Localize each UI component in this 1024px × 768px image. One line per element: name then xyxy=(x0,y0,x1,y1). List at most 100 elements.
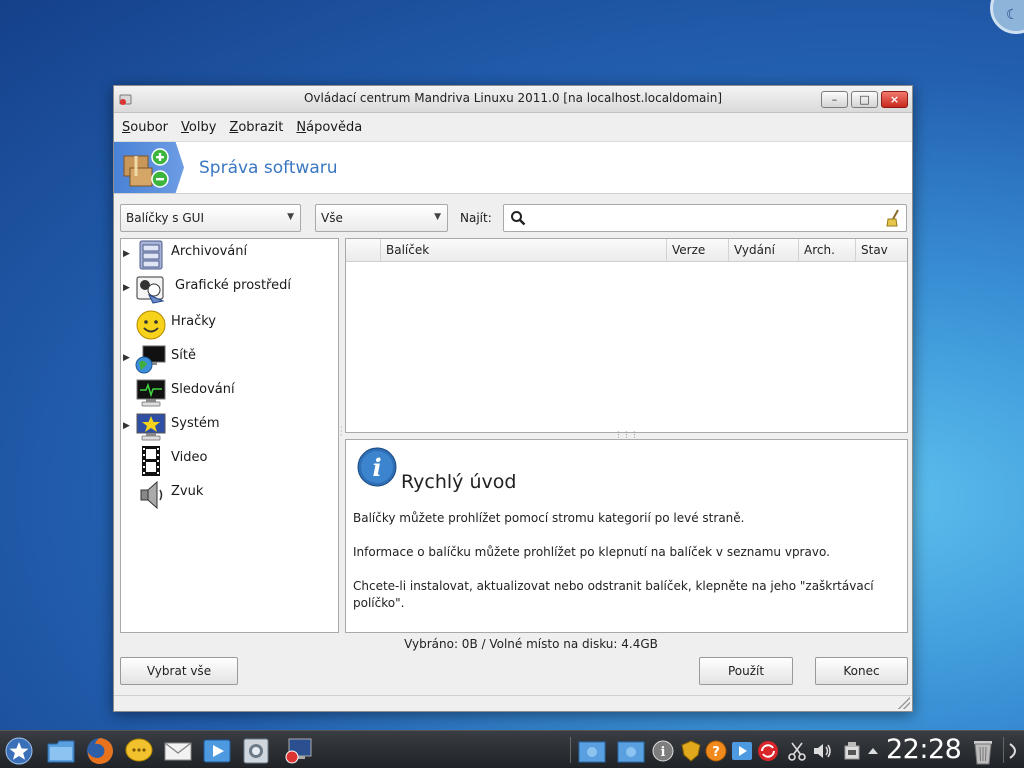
search-box[interactable] xyxy=(503,204,907,232)
package-type-combo[interactable]: Balíčky s GUI ▼ xyxy=(120,204,301,232)
control-center-task-icon[interactable] xyxy=(283,736,313,766)
archive-cabinet-icon xyxy=(139,240,163,270)
trash-icon[interactable] xyxy=(968,736,998,766)
minimize-button[interactable]: – xyxy=(821,91,848,108)
expand-arrow-icon[interactable]: ▶ xyxy=(123,249,130,259)
clear-broom-icon[interactable] xyxy=(885,209,901,227)
speaker-icon xyxy=(140,480,163,510)
column-version[interactable]: Verze xyxy=(667,239,729,262)
taskbar-separator xyxy=(570,737,571,763)
info-panel: i Rychlý úvod Balíčky můžete prohlížet p… xyxy=(345,439,908,633)
quit-button[interactable]: Konec xyxy=(815,657,908,685)
category-label: Hračky xyxy=(171,314,216,329)
tree-item-sledovani[interactable]: Sledování xyxy=(121,377,338,411)
search-icon xyxy=(511,211,526,226)
package-add-remove-icon xyxy=(123,148,169,188)
network-globe-icon xyxy=(135,345,166,374)
apply-button[interactable]: Použít xyxy=(699,657,793,685)
network-device-icon[interactable] xyxy=(841,740,863,762)
category-tree[interactable]: ▶ Archivování ▶ Grafické prostředí Hračk… xyxy=(120,238,339,633)
film-strip-icon xyxy=(142,446,160,476)
menu-napoveda[interactable]: Nápověda xyxy=(296,120,362,135)
menu-volby[interactable]: Volby xyxy=(181,120,216,135)
control-center-window: Ovládací centrum Mandriva Linuxu 2011.0 … xyxy=(113,85,913,712)
tree-item-hracky[interactable]: Hračky xyxy=(121,309,338,343)
column-package[interactable]: Balíček xyxy=(381,239,667,262)
tree-item-site[interactable]: ▶ Sítě xyxy=(121,343,338,377)
vertical-splitter-handle[interactable]: · · · xyxy=(340,424,344,440)
screenshot-tool-icon[interactable] xyxy=(241,736,271,766)
category-label: Grafické prostředí xyxy=(175,278,291,293)
tray-expand-arrow-icon[interactable] xyxy=(866,740,880,762)
column-status[interactable]: Stav xyxy=(856,239,907,262)
system-info-icon[interactable]: i xyxy=(652,740,674,762)
media-play-tray-icon[interactable] xyxy=(731,740,753,762)
title-bar[interactable]: Ovládací centrum Mandriva Linuxu 2011.0 … xyxy=(114,86,912,113)
status-separator xyxy=(114,695,912,696)
column-checkbox[interactable] xyxy=(346,239,381,262)
smiley-toy-icon xyxy=(136,310,166,340)
show-desktop-icon[interactable] xyxy=(1006,740,1022,762)
tree-item-archivovani[interactable]: ▶ Archivování xyxy=(121,239,338,273)
svg-text:i: i xyxy=(661,745,666,760)
dropdown-arrow-icon: ▼ xyxy=(287,212,294,222)
clock[interactable]: 22:28 xyxy=(886,734,962,765)
tree-item-system[interactable]: ▶ Systém xyxy=(121,411,338,445)
category-label: Sítě xyxy=(171,348,196,363)
moon-icon: ☾ xyxy=(1006,7,1019,23)
status-filter-combo[interactable]: Vše ▼ xyxy=(315,204,448,232)
category-label: Video xyxy=(171,450,208,465)
volume-icon[interactable] xyxy=(811,740,833,762)
expand-arrow-icon[interactable]: ▶ xyxy=(123,283,130,293)
svg-text:?: ? xyxy=(712,745,720,760)
info-paragraph: Chcete-li instalovat, aktualizovat nebo … xyxy=(353,579,874,610)
start-menu-star-icon[interactable] xyxy=(4,736,34,766)
category-label: Sledování xyxy=(171,382,235,397)
tree-item-zvuk[interactable]: Zvuk xyxy=(121,479,338,513)
media-player-icon[interactable] xyxy=(202,736,232,766)
close-button[interactable]: × xyxy=(881,91,908,108)
firefox-icon[interactable] xyxy=(85,736,115,766)
info-paragraph: Balíčky můžete prohlížet pomocí stromu k… xyxy=(353,511,745,525)
window-title: Ovládací centrum Mandriva Linuxu 2011.0 … xyxy=(303,91,723,105)
column-arch[interactable]: Arch. xyxy=(799,239,856,262)
desktop-corner-widget[interactable]: ☾ xyxy=(990,0,1024,34)
menu-soubor[interactable]: Soubor xyxy=(122,120,168,135)
home-folder-icon[interactable] xyxy=(46,736,76,766)
mail-envelope-icon[interactable] xyxy=(163,736,193,766)
maximize-button[interactable]: □ xyxy=(851,91,878,108)
security-shield-icon[interactable] xyxy=(680,740,702,762)
status-line: Vybráno: 0B / Volné místo na disku: 4.4G… xyxy=(404,637,658,651)
status-filter-value: Vše xyxy=(321,211,343,225)
folder-view-icon[interactable] xyxy=(577,736,607,766)
help-question-icon[interactable]: ? xyxy=(705,740,727,762)
tree-item-graficke-prostredi[interactable]: ▶ Grafické prostředí xyxy=(121,273,338,307)
menu-zobrazit[interactable]: Zobrazit xyxy=(229,120,283,135)
folder-view-icon-2[interactable] xyxy=(616,736,646,766)
monitoring-icon xyxy=(136,379,166,407)
category-label: Zvuk xyxy=(171,484,204,499)
package-table-header: Balíček Verze Vydání Arch. Stav xyxy=(346,239,907,262)
column-release[interactable]: Vydání xyxy=(729,239,799,262)
select-all-button[interactable]: Vybrat vše xyxy=(120,657,238,685)
section-banner: Správa softwaru xyxy=(114,141,912,194)
update-sync-icon[interactable] xyxy=(757,740,779,762)
tree-item-video[interactable]: Video xyxy=(121,445,338,479)
package-type-value: Balíčky s GUI xyxy=(126,211,204,225)
banner-title: Správa softwaru xyxy=(199,158,338,178)
category-label: Systém xyxy=(171,416,220,431)
expand-arrow-icon[interactable]: ▶ xyxy=(123,353,130,363)
search-input[interactable] xyxy=(530,208,870,228)
category-label: Archivování xyxy=(171,244,248,259)
banner-icon-background xyxy=(114,142,184,193)
info-paragraph: Informace o balíčku můžete prohlížet po … xyxy=(353,545,830,559)
find-label: Najít: xyxy=(460,211,492,225)
expand-arrow-icon[interactable]: ▶ xyxy=(123,421,130,431)
resize-grip[interactable] xyxy=(898,697,910,709)
info-icon: i xyxy=(357,447,397,487)
package-list[interactable]: Balíček Verze Vydání Arch. Stav xyxy=(345,238,908,433)
system-icon xyxy=(136,413,166,441)
chat-bubble-icon[interactable] xyxy=(124,736,154,766)
taskbar: i ? 22:28 xyxy=(0,730,1024,768)
clipboard-scissors-icon[interactable] xyxy=(786,740,808,762)
